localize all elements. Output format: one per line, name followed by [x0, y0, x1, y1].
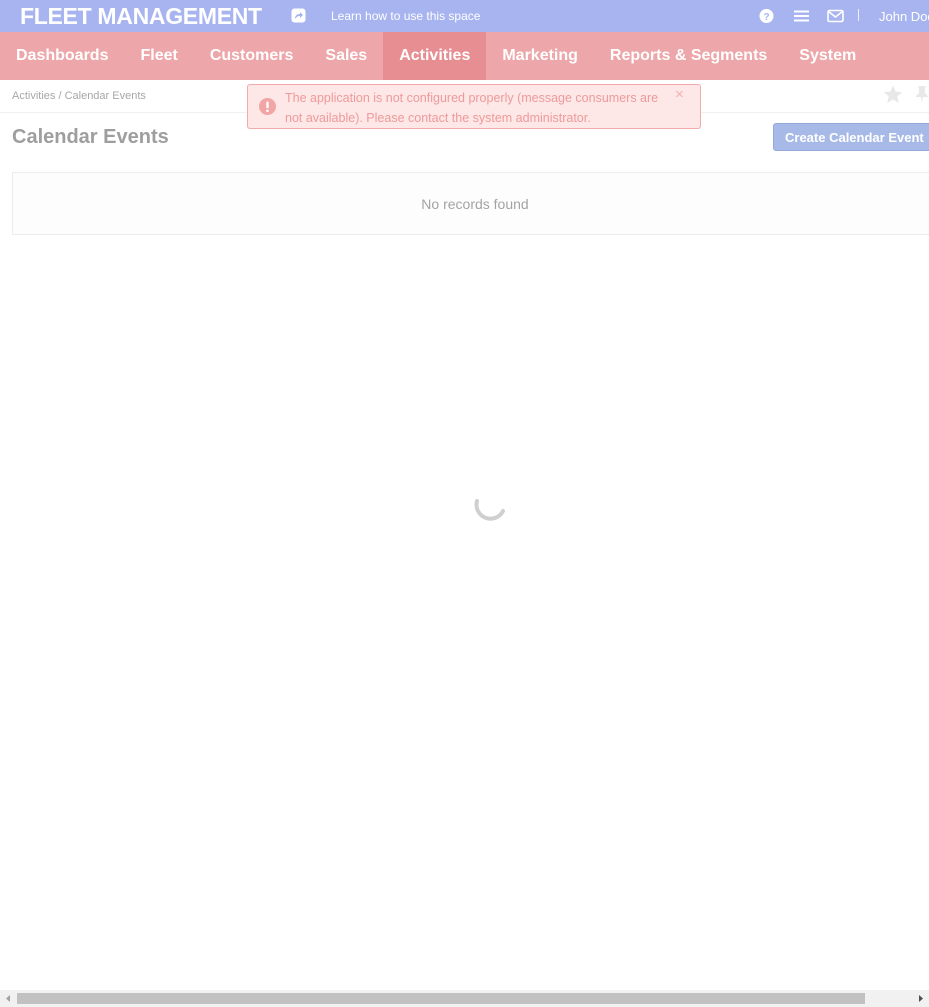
- learn-link[interactable]: Learn how to use this space: [331, 9, 480, 23]
- close-icon[interactable]: ×: [675, 86, 684, 103]
- nav-item-sales[interactable]: Sales: [309, 32, 383, 80]
- breadcrumb[interactable]: Activities / Calendar Events: [12, 90, 146, 102]
- scroll-left-arrow-icon[interactable]: [0, 990, 17, 1007]
- nav-item-system[interactable]: System: [783, 32, 872, 80]
- nav-item-customers[interactable]: Customers: [194, 32, 310, 80]
- scroll-right-arrow-icon[interactable]: [912, 990, 929, 1007]
- nav-item-fleet[interactable]: Fleet: [124, 32, 193, 80]
- records-grid: No records found: [12, 172, 929, 235]
- loading-spinner-icon: [474, 499, 505, 521]
- main-nav: Dashboards Fleet Customers Sales Activit…: [0, 32, 929, 80]
- user-menu[interactable]: John Doe: [879, 9, 929, 24]
- star-icon[interactable]: [883, 85, 903, 104]
- help-icon[interactable]: ?: [759, 8, 774, 24]
- topbar-separator: [858, 9, 859, 21]
- pin-icon[interactable]: [915, 85, 929, 104]
- horizontal-scrollbar[interactable]: [0, 990, 929, 1007]
- share-icon[interactable]: [291, 8, 306, 23]
- nav-item-dashboards[interactable]: Dashboards: [0, 32, 124, 80]
- top-bar: FLEET MANAGEMENT Learn how to use this s…: [0, 0, 929, 32]
- page: FLEET MANAGEMENT Learn how to use this s…: [0, 0, 929, 1007]
- empty-state-message: No records found: [421, 196, 529, 212]
- exclamation-icon: [259, 98, 276, 115]
- scrollbar-thumb[interactable]: [17, 993, 865, 1004]
- app-title[interactable]: FLEET MANAGEMENT: [20, 3, 262, 30]
- mail-icon[interactable]: [827, 8, 844, 24]
- svg-text:?: ?: [763, 12, 769, 23]
- error-flash-message: The application is not configured proper…: [247, 84, 701, 129]
- menu-icon[interactable]: [794, 8, 809, 24]
- page-title: Calendar Events: [12, 126, 169, 148]
- create-calendar-event-button[interactable]: Create Calendar Event: [773, 123, 929, 151]
- nav-item-activities[interactable]: Activities: [383, 32, 487, 80]
- nav-item-reports-segments[interactable]: Reports & Segments: [594, 32, 783, 80]
- error-message-text: The application is not configured proper…: [285, 91, 659, 125]
- nav-item-marketing[interactable]: Marketing: [486, 32, 594, 80]
